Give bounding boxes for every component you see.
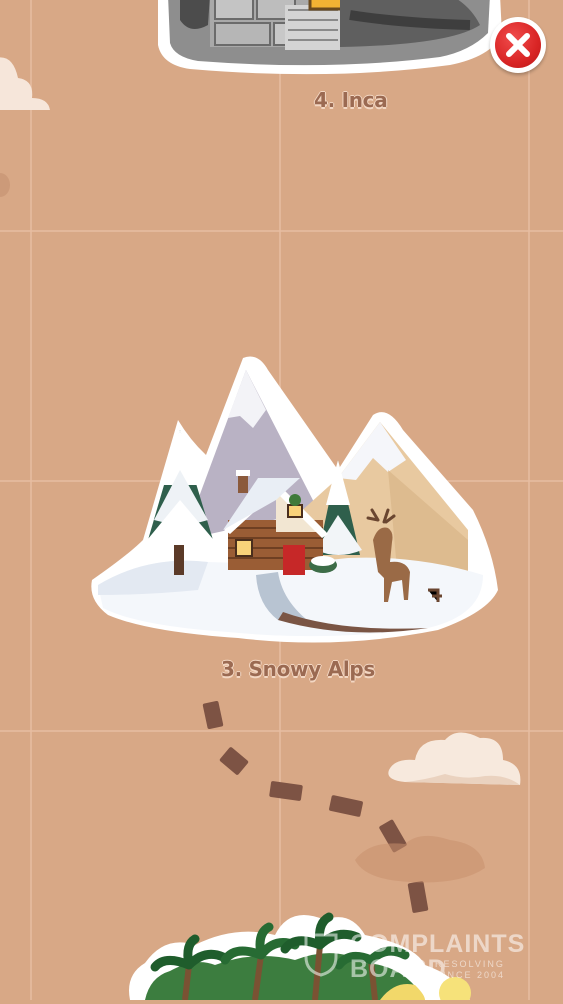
cloud-decoration xyxy=(388,732,521,785)
watermark: COMPLAINTS BOARD RESOLVING SINCE 2004 xyxy=(302,925,524,985)
path-dash xyxy=(219,746,249,776)
grid-line xyxy=(528,0,530,1000)
snowy-alps-icon xyxy=(91,356,498,643)
level-4-node[interactable] xyxy=(150,0,510,80)
level-3-node[interactable] xyxy=(88,350,500,645)
cloud-shadow xyxy=(0,173,10,197)
cloud-decoration xyxy=(0,57,50,110)
cloud-shadow xyxy=(355,835,485,883)
watermark-tagline1: RESOLVING xyxy=(435,959,505,969)
watermark-tagline2: SINCE 2004 xyxy=(435,970,506,980)
inca-temple-icon xyxy=(158,0,502,75)
level-3-label: 3. Snowy Alps xyxy=(221,657,375,681)
close-icon xyxy=(506,33,530,57)
grid-line xyxy=(30,0,32,1000)
grid-line xyxy=(0,230,563,232)
close-button[interactable] xyxy=(490,17,546,73)
path-dash xyxy=(328,794,364,818)
level-4-label: 4. Inca xyxy=(314,88,388,112)
path-dash xyxy=(202,700,224,730)
path-dash xyxy=(269,780,303,802)
watermark-line2: BOARD xyxy=(350,955,447,983)
shield-icon xyxy=(304,933,338,977)
